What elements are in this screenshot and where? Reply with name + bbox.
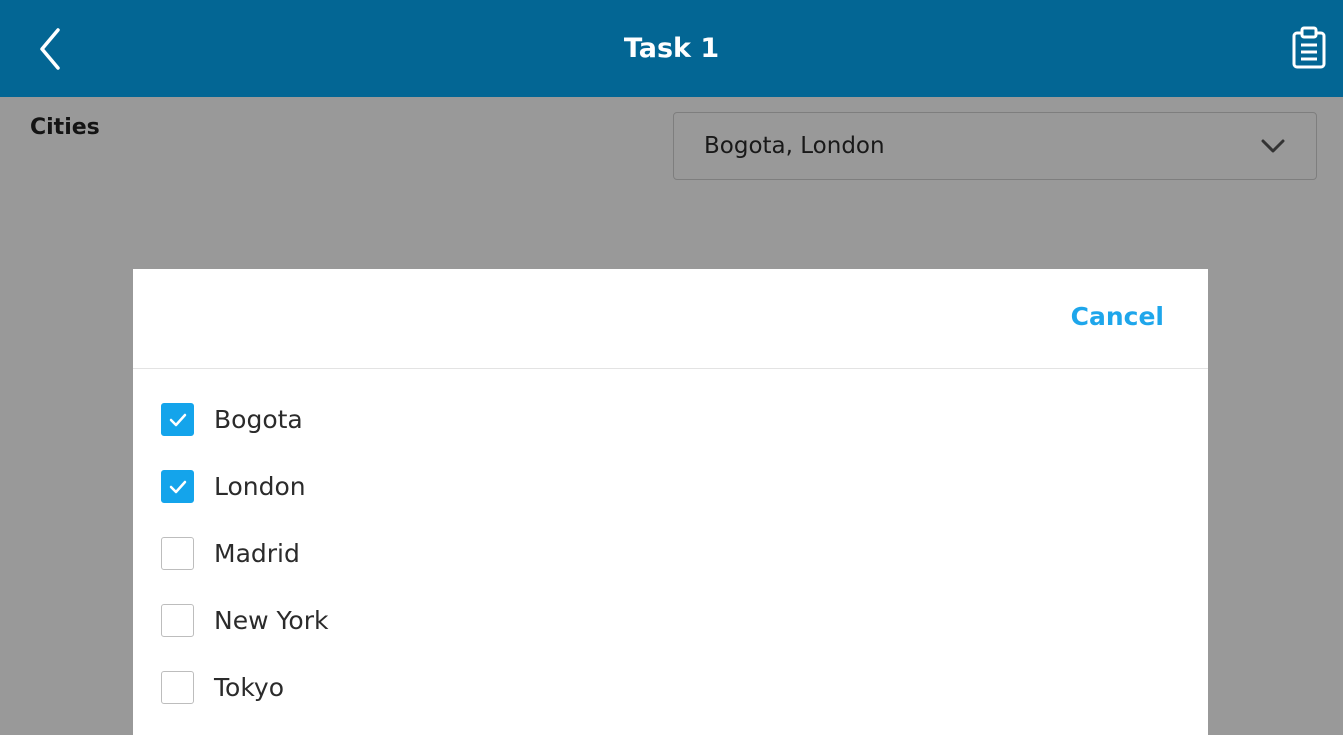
clipboard-icon <box>1292 26 1326 69</box>
dialog-header: Cancel <box>133 269 1208 369</box>
checkmark-icon <box>169 480 186 493</box>
option-label: New York <box>214 606 329 635</box>
checkbox[interactable] <box>161 537 194 570</box>
checkbox[interactable] <box>161 403 194 436</box>
clipboard-button[interactable] <box>1291 26 1327 70</box>
option-label: Bogota <box>214 405 303 434</box>
back-button[interactable] <box>30 26 70 72</box>
checkbox[interactable] <box>161 470 194 503</box>
option-label: Tokyo <box>214 673 284 702</box>
options-list: Bogota London Madrid New York Tokyo <box>133 369 1208 721</box>
page-title: Task 1 <box>623 33 720 64</box>
app-header: Task 1 <box>0 0 1343 97</box>
cancel-button[interactable]: Cancel <box>1071 302 1164 331</box>
option-tokyo[interactable]: Tokyo <box>133 654 1208 721</box>
option-label: London <box>214 472 306 501</box>
option-bogota[interactable]: Bogota <box>133 386 1208 453</box>
checkbox[interactable] <box>161 604 194 637</box>
cities-dialog: Cancel Bogota London Madrid New York Tokyo <box>133 269 1208 735</box>
option-new-york[interactable]: New York <box>133 587 1208 654</box>
chevron-left-icon <box>40 28 60 70</box>
option-madrid[interactable]: Madrid <box>133 520 1208 587</box>
checkbox[interactable] <box>161 671 194 704</box>
option-london[interactable]: London <box>133 453 1208 520</box>
option-label: Madrid <box>214 539 300 568</box>
checkmark-icon <box>169 413 186 426</box>
